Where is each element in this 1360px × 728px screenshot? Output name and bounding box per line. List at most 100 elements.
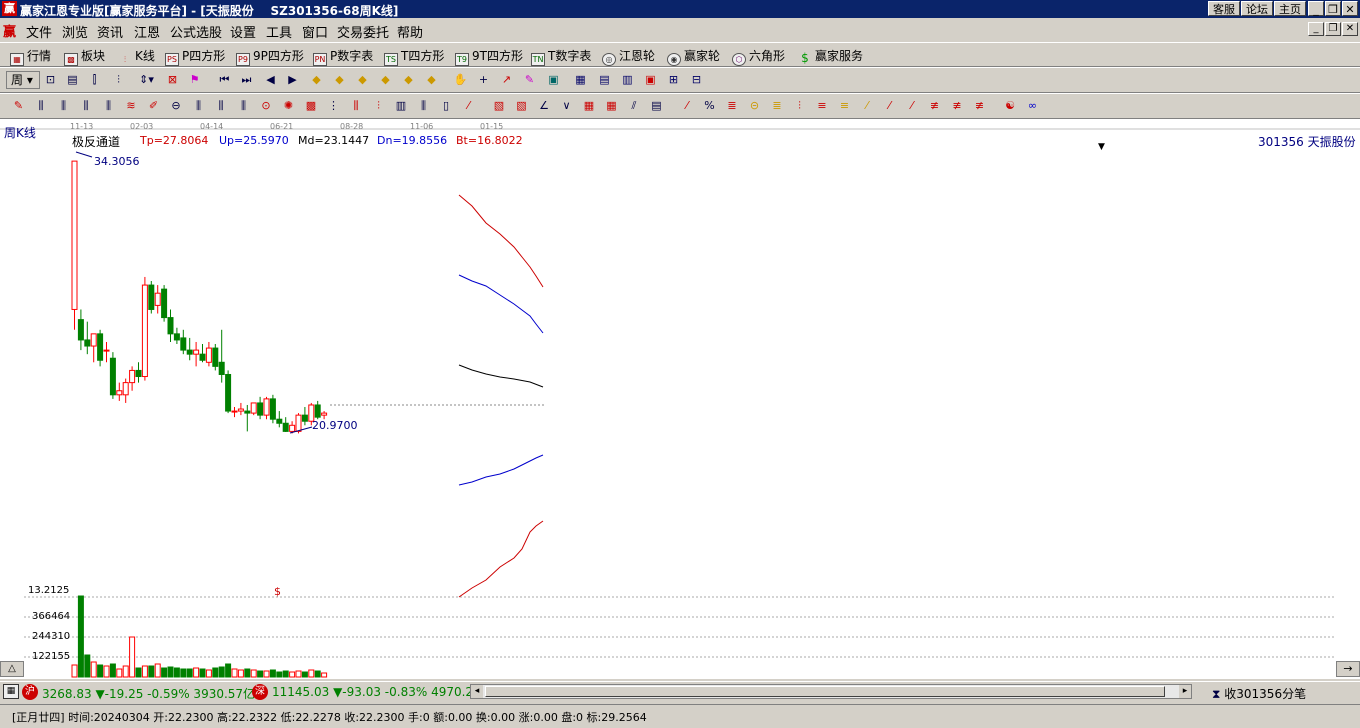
menu-file[interactable]: 文件 [26, 22, 52, 41]
child-minimize-icon[interactable]: _ [1308, 22, 1324, 36]
drawing-tool-icon[interactable]: ✎ [10, 98, 27, 115]
toolbar-p-table-button[interactable]: PN P数字表 [313, 47, 373, 66]
toolbar-sector-button[interactable]: ▩ 板块 [64, 47, 105, 66]
drawing-tool-icon[interactable]: ⫼ [33, 98, 50, 115]
service-link-button[interactable]: 客服 [1208, 1, 1240, 16]
drawing-tool-icon[interactable]: ⁄ [460, 98, 477, 115]
drawing-tool-icon[interactable]: ⫼ [415, 98, 432, 115]
drawing-tool-icon[interactable]: ≡ [814, 98, 831, 115]
tick-detail-label[interactable]: ⧗ 收301356分笔 [1212, 685, 1306, 702]
home-link-button[interactable]: 主页 [1274, 1, 1306, 16]
drawing-tool-icon[interactable]: ∨ [558, 98, 575, 115]
menu-formula[interactable]: 公式选股 [170, 22, 222, 41]
toolbar-p-square-button[interactable]: PS P四方形 [165, 47, 225, 66]
drawing-tool-icon[interactable]: ▦ [581, 98, 598, 115]
cursor-select-icon[interactable]: ⇕▾ [138, 72, 155, 89]
flag-icon[interactable]: ⚑ [186, 72, 203, 89]
menu-window[interactable]: 窗口 [302, 22, 328, 41]
drawing-tool-icon[interactable]: ⫼ [55, 98, 72, 115]
window-icon[interactable]: ▤ [596, 72, 613, 89]
drawing-tool-icon[interactable]: ▩ [303, 98, 320, 115]
scrollbar-thumb[interactable] [485, 686, 1165, 697]
restore-icon[interactable]: ❐ [1325, 1, 1341, 16]
zoom-in-icon[interactable]: ◆ [308, 72, 325, 89]
menu-gann[interactable]: 江恩 [134, 22, 160, 41]
drawing-tool-icon[interactable]: ⫶ [370, 98, 387, 115]
drawing-tool-icon[interactable]: ≣ [724, 98, 741, 115]
move-left-icon[interactable]: ◆ [400, 72, 417, 89]
drawing-tool-icon[interactable]: ⁄ [881, 98, 898, 115]
child-close-icon[interactable]: ✕ [1342, 22, 1358, 36]
document-icon[interactable]: ▤ [64, 72, 81, 89]
bar-chart-icon[interactable]: ⫿ [86, 72, 103, 89]
list-icon[interactable]: ▥ [619, 72, 636, 89]
menu-help[interactable]: 帮助 [397, 22, 423, 41]
drawing-tool-icon[interactable]: ⊙ [258, 98, 275, 115]
crosshair-icon[interactable]: + [475, 72, 492, 89]
drawing-tool-icon[interactable]: ≢ [971, 98, 988, 115]
menu-tools[interactable]: 工具 [266, 22, 292, 41]
scroll-right-icon[interactable]: → [1336, 661, 1360, 677]
toolbar-t-square-button[interactable]: TS T四方形 [384, 47, 444, 66]
drawing-tool-icon[interactable]: ∞ [1024, 98, 1041, 115]
close-icon[interactable]: ✕ [1342, 1, 1358, 16]
layout-icon[interactable]: ▣ [545, 72, 562, 89]
print-icon[interactable]: ⊟ [688, 72, 705, 89]
drawing-tool-icon[interactable]: ▥ [393, 98, 410, 115]
text-icon[interactable]: ✎ [521, 72, 538, 89]
chart-type-icon[interactable]: ⊡ [42, 72, 59, 89]
drawing-tool-icon[interactable]: ▤ [648, 98, 665, 115]
menu-news[interactable]: 资讯 [97, 22, 123, 41]
shanghai-index-icon[interactable]: 沪 [22, 684, 38, 700]
drawing-tool-icon[interactable]: ▦ [603, 98, 620, 115]
drawing-tool-icon[interactable]: ✐ [145, 98, 162, 115]
prev-icon[interactable]: ◀ [262, 72, 279, 89]
scroll-up-icon[interactable]: △ [0, 661, 24, 677]
toolbar-winner-wheel-button[interactable]: ◉ 赢家轮 [667, 47, 720, 66]
drawing-tool-icon[interactable]: ⁄ [859, 98, 876, 115]
drawing-tool-icon[interactable]: ⊖ [168, 98, 185, 115]
drawing-tool-icon[interactable]: ≢ [949, 98, 966, 115]
drawing-tool-icon[interactable]: ▧ [491, 98, 508, 115]
drawing-tool-icon[interactable]: ≢ [926, 98, 943, 115]
toolbar-kline-button[interactable]: ⫶ K线 [118, 47, 155, 64]
calendar-icon[interactable]: ▦ [572, 72, 589, 89]
drawing-tool-icon[interactable]: ∠ [536, 98, 553, 115]
save-icon[interactable]: ▣ [642, 72, 659, 89]
drawing-tool-icon[interactable]: ⫼ [78, 98, 95, 115]
hand-icon[interactable]: ✋ [452, 72, 469, 89]
last-icon[interactable]: ⏭ [238, 72, 255, 89]
menu-trade[interactable]: 交易委托 [337, 22, 389, 41]
menu-logo-icon[interactable]: 赢 [3, 21, 19, 40]
dropdown-arrow-icon[interactable]: ▼ [1098, 142, 1105, 152]
child-restore-icon[interactable]: ❐ [1325, 22, 1341, 36]
indicator-icon[interactable]: ⊠ [164, 72, 181, 89]
move-up-icon[interactable]: ◆ [354, 72, 371, 89]
scroll-right-arrow-icon[interactable]: ▸ [1179, 685, 1191, 698]
drawing-tool-icon[interactable]: ⫼ [213, 98, 230, 115]
period-select[interactable]: 周 ▾ [6, 71, 40, 89]
drawing-tool-icon[interactable]: ≡ [836, 98, 853, 115]
toolbar-9p-square-button[interactable]: P9 9P四方形 [236, 47, 304, 66]
minimize-icon[interactable]: _ [1308, 1, 1324, 16]
drawing-tool-icon[interactable]: ⫽ [626, 98, 643, 115]
zoom-out-icon[interactable]: ◆ [331, 72, 348, 89]
move-right-icon[interactable]: ◆ [423, 72, 440, 89]
toolbar-t-table-button[interactable]: TN T数字表 [531, 47, 591, 66]
trend-icon[interactable]: ↗ [498, 72, 515, 89]
drawing-tool-icon[interactable]: ⊝ [746, 98, 763, 115]
ohlc-icon[interactable]: ⫶ [110, 72, 127, 89]
drawing-tool-icon[interactable]: % [701, 98, 718, 115]
forum-link-button[interactable]: 论坛 [1241, 1, 1273, 16]
drawing-tool-icon[interactable]: ⫼ [235, 98, 252, 115]
toolbar-hexagon-button[interactable]: ⬡ 六角形 [732, 47, 785, 66]
move-down-icon[interactable]: ◆ [377, 72, 394, 89]
drawing-tool-icon[interactable]: ▯ [438, 98, 455, 115]
menu-settings[interactable]: 设置 [230, 22, 256, 41]
next-icon[interactable]: ▶ [284, 72, 301, 89]
drawing-tool-icon[interactable]: ≋ [123, 98, 140, 115]
drawing-tool-icon[interactable]: ▧ [513, 98, 530, 115]
drawing-tool-icon[interactable]: ⁄ [679, 98, 696, 115]
link-icon[interactable]: ⊞ [665, 72, 682, 89]
toolbar-service-button[interactable]: $ 赢家服务 [798, 47, 863, 64]
